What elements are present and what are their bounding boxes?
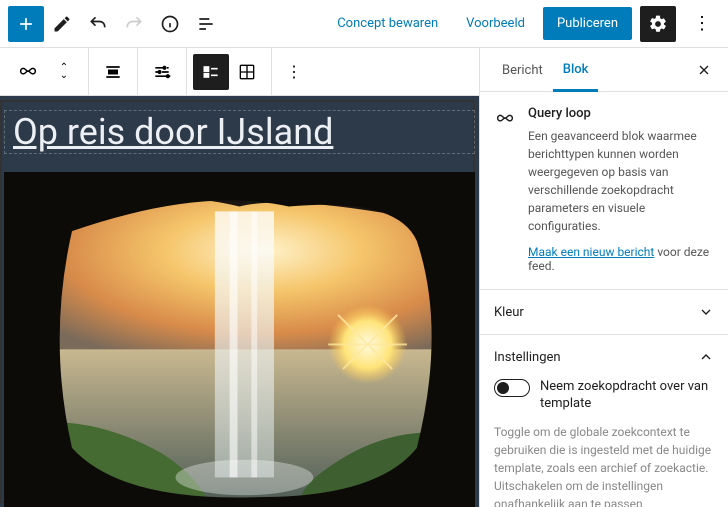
preview-link[interactable]: Voorbeeld bbox=[456, 8, 535, 39]
editor-column: ⌃⌄ ⋮ bbox=[0, 48, 480, 507]
block-create-text: Maak een nieuw bericht voor deze feed. bbox=[528, 245, 714, 273]
tab-block[interactable]: Blok bbox=[553, 48, 599, 92]
color-panel-header[interactable]: Kleur bbox=[480, 290, 728, 334]
block-name: Query loop bbox=[528, 106, 714, 121]
cave-waterfall-image bbox=[4, 172, 475, 507]
list-view-button[interactable] bbox=[193, 54, 229, 90]
close-icon bbox=[696, 62, 712, 78]
chevron-down-icon bbox=[698, 304, 714, 320]
close-sidebar-button[interactable] bbox=[692, 58, 716, 82]
chevron-down-icon: ⌄ bbox=[60, 72, 68, 80]
query-loop-panel-icon bbox=[494, 108, 516, 273]
tab-post[interactable]: Bericht bbox=[492, 49, 553, 90]
inherit-query-row: Neem zoekopdracht over van template bbox=[494, 379, 714, 413]
block-info-panel: Query loop Een geavanceerd blok waarmee … bbox=[480, 92, 728, 290]
chevron-up-icon bbox=[698, 349, 714, 365]
sidebar-tabs: Bericht Blok bbox=[480, 48, 728, 92]
edit-mode-button[interactable] bbox=[44, 6, 80, 42]
save-draft-link[interactable]: Concept bewaren bbox=[327, 8, 448, 39]
inherit-query-toggle[interactable] bbox=[494, 379, 530, 397]
align-button[interactable] bbox=[95, 54, 131, 90]
post-title[interactable]: Op reis door IJsland bbox=[4, 110, 475, 154]
top-toolbar: Concept bewaren Voorbeeld Publiceren ⋮ bbox=[0, 0, 728, 48]
block-more-button[interactable]: ⋮ bbox=[276, 54, 312, 90]
settings-button[interactable] bbox=[640, 6, 676, 42]
settings-panel: Instellingen Neem zoekopdracht over van … bbox=[480, 335, 728, 507]
more-menu-button[interactable]: ⋮ bbox=[684, 13, 720, 34]
color-panel-title: Kleur bbox=[494, 305, 524, 320]
query-loop-icon[interactable] bbox=[10, 54, 46, 90]
undo-button[interactable] bbox=[80, 6, 116, 42]
color-panel: Kleur bbox=[480, 290, 728, 335]
toggle-knob bbox=[497, 382, 509, 394]
top-toolbar-right: Concept bewaren Voorbeeld Publiceren ⋮ bbox=[327, 6, 720, 42]
inherit-query-label: Neem zoekopdracht over van template bbox=[540, 379, 714, 413]
settings-panel-header[interactable]: Instellingen bbox=[480, 335, 728, 379]
inherit-query-help: Toggle om de globale zoekcontext te gebr… bbox=[494, 423, 714, 507]
publish-button[interactable]: Publiceren bbox=[543, 7, 632, 40]
block-toolbar: ⌃⌄ ⋮ bbox=[0, 48, 479, 96]
redo-button[interactable] bbox=[116, 6, 152, 42]
settings-sidebar: Bericht Blok Query loop Een geavanceerd … bbox=[480, 48, 728, 507]
info-button[interactable] bbox=[152, 6, 188, 42]
grid-view-button[interactable] bbox=[229, 54, 265, 90]
add-block-button[interactable] bbox=[8, 6, 44, 42]
move-handles[interactable]: ⌃⌄ bbox=[46, 54, 82, 90]
create-post-link[interactable]: Maak een nieuw bericht bbox=[528, 245, 654, 259]
display-settings-button[interactable] bbox=[144, 54, 180, 90]
featured-image[interactable] bbox=[4, 172, 475, 507]
settings-panel-body: Neem zoekopdracht over van template Togg… bbox=[480, 379, 728, 507]
block-info-text: Query loop Een geavanceerd blok waarmee … bbox=[528, 106, 714, 273]
editor-canvas[interactable]: Op reis door IJsland bbox=[0, 96, 479, 507]
settings-panel-title: Instellingen bbox=[494, 350, 561, 365]
block-description: Een geavanceerd blok waarmee berichttype… bbox=[528, 127, 714, 235]
outline-button[interactable] bbox=[188, 6, 224, 42]
editor-body: ⌃⌄ ⋮ bbox=[0, 48, 728, 507]
